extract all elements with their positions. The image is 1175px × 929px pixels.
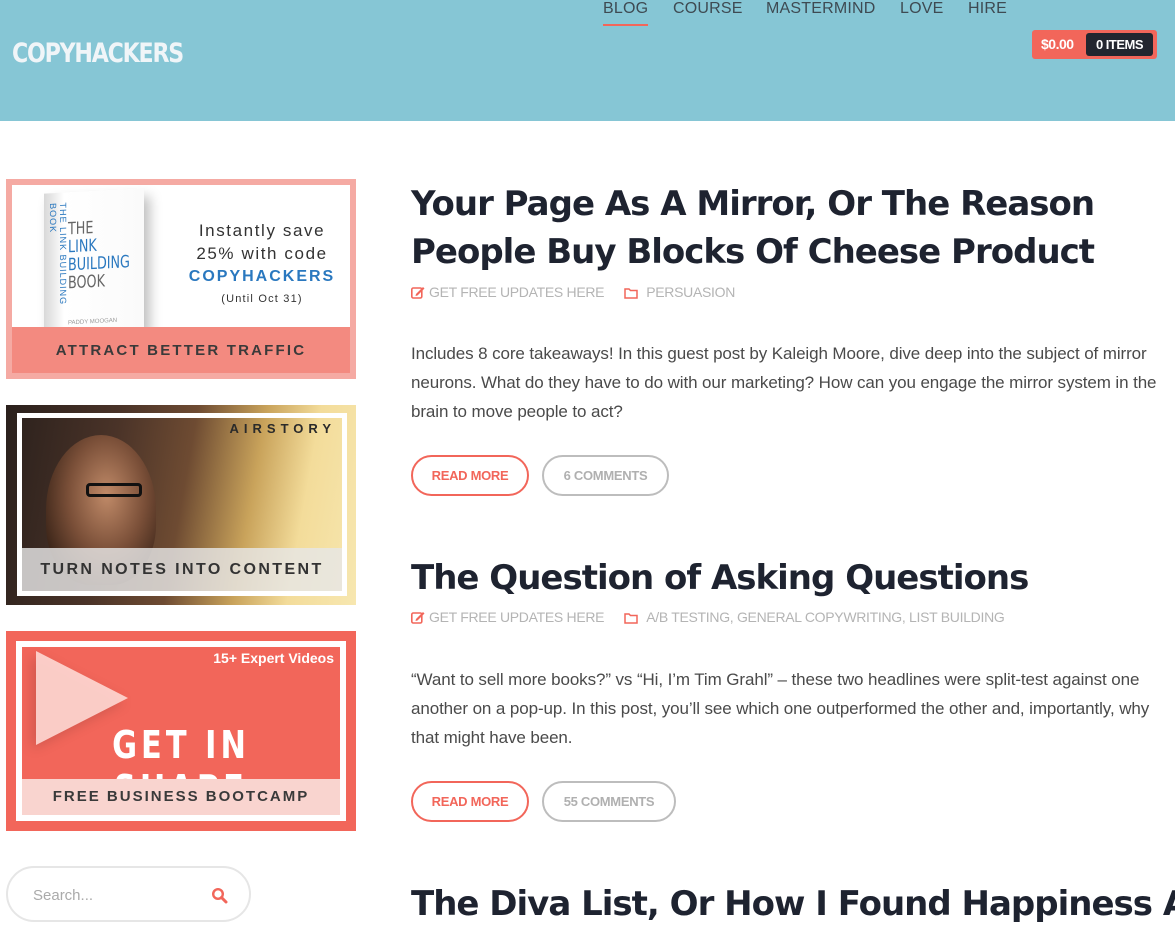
search-input[interactable]: [33, 884, 193, 906]
nav-blog[interactable]: BLOG: [603, 0, 649, 26]
ad-link-building-book[interactable]: THE LINK BUILDING BOOK THE LINK BUILDING…: [6, 179, 356, 379]
nav-course[interactable]: COURSE: [673, 0, 743, 18]
category-link[interactable]: A/B TESTING, GENERAL COPYWRITING, LIST B…: [646, 609, 1005, 625]
read-more-button[interactable]: READ MORE: [411, 455, 529, 496]
search-icon[interactable]: [211, 887, 229, 905]
get-updates-link[interactable]: GET FREE UPDATES HERE: [429, 609, 605, 625]
nav-hire[interactable]: HIRE: [968, 0, 1007, 18]
post-title[interactable]: The Question of Asking Questions: [411, 554, 1151, 602]
comments-button[interactable]: 6 COMMENTS: [542, 455, 669, 496]
ad-band: TURN NOTES INTO CONTENT: [22, 548, 342, 591]
expert-videos-badge: 15+ Expert Videos: [213, 650, 334, 666]
ad-airstory[interactable]: AIRSTORY TURN NOTES INTO CONTENT: [6, 405, 356, 605]
promo-line: 25% with code: [196, 244, 328, 263]
cart-item-count: 0 ITEMS: [1086, 33, 1153, 56]
nav-love[interactable]: LOVE: [900, 0, 944, 18]
site-header: COPYHACKERS BLOG COURSE MASTERMIND LOVE …: [0, 0, 1175, 121]
promo-text: Instantly save 25% with code COPYHACKERS…: [172, 219, 352, 305]
category-link[interactable]: PERSUASION: [646, 284, 735, 300]
ad-band-text: TURN NOTES INTO CONTENT: [40, 561, 324, 578]
search-box: [6, 866, 251, 922]
ad-band-text: FREE BUSINESS BOOTCAMP: [52, 788, 310, 805]
promo-expiry: (Until Oct 31): [221, 293, 303, 305]
ad-business-bootcamp[interactable]: 15+ Expert Videos GET IN SHAPE FREE BUSI…: [6, 631, 356, 831]
post-excerpt: “Want to sell more books?” vs “Hi, I’m T…: [411, 670, 1150, 747]
book-title-line: BOOK: [68, 271, 105, 294]
ad-band: FREE BUSINESS BOOTCAMP: [22, 779, 340, 815]
folder-icon: [624, 611, 638, 627]
ad-band-text: ATTRACT BETTER TRAFFIC: [55, 342, 307, 359]
post-title[interactable]: Your Page As A Mirror, Or The Reason Peo…: [411, 180, 1151, 276]
edit-icon: [411, 611, 425, 627]
book-title: THE LINK BUILDING BOOK: [68, 217, 130, 294]
site-logo[interactable]: COPYHACKERS: [12, 38, 184, 69]
promo-line: Instantly save: [198, 221, 326, 240]
post-title[interactable]: The Diva List, Or How I Found Happiness …: [411, 880, 1175, 928]
promo-code: COPYHACKERS: [188, 268, 336, 285]
book-spine-text: THE LINK BUILDING BOOK: [48, 202, 68, 306]
nav-mastermind[interactable]: MASTERMIND: [766, 0, 876, 18]
cart-total: $0.00: [1041, 36, 1074, 52]
get-updates-link[interactable]: GET FREE UPDATES HERE: [429, 284, 605, 300]
airstory-brand: AIRSTORY: [229, 421, 336, 436]
ad-band: ATTRACT BETTER TRAFFIC: [12, 327, 350, 373]
edit-icon: [411, 286, 425, 302]
post-excerpt: Includes 8 core takeaways! In this guest…: [411, 344, 1157, 421]
read-more-button[interactable]: READ MORE: [411, 781, 529, 822]
post-meta: GET FREE UPDATES HERE A/B TESTING, GENER…: [411, 609, 1005, 627]
post-meta: GET FREE UPDATES HERE PERSUASION: [411, 284, 735, 302]
comments-button[interactable]: 55 COMMENTS: [542, 781, 676, 822]
book-cover-image: THE LINK BUILDING BOOK THE LINK BUILDING…: [44, 188, 144, 336]
cart-button[interactable]: $0.00 0 ITEMS: [1032, 30, 1157, 59]
book-author: PADDY MOOGAN: [68, 317, 118, 327]
folder-icon: [624, 286, 638, 302]
